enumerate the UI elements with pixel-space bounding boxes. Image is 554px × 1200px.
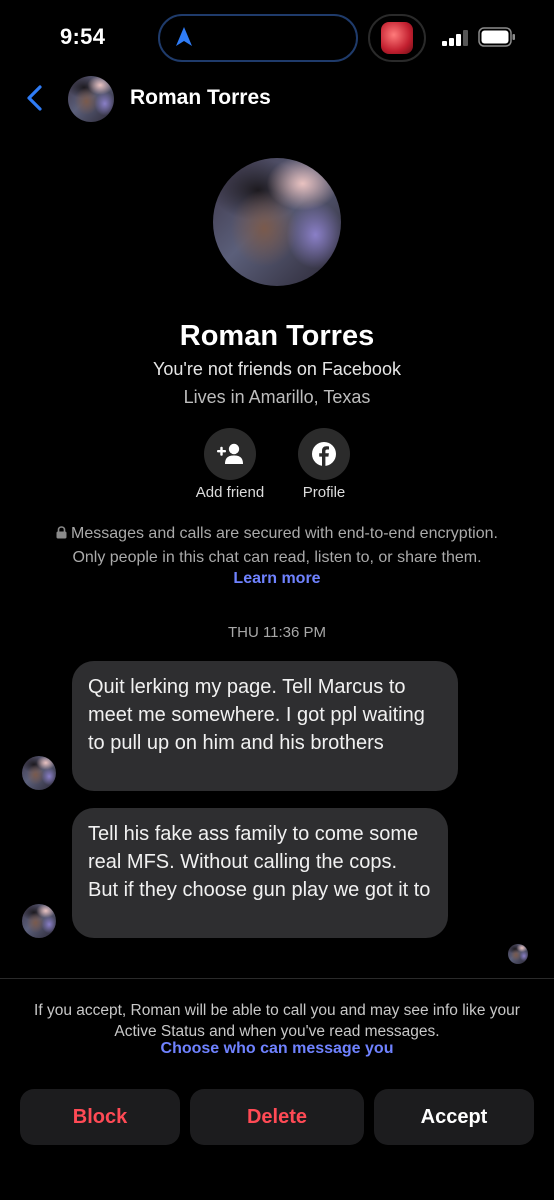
lock-icon — [56, 526, 67, 539]
profile-name: Roman Torres — [179, 320, 375, 352]
message-bubble[interactable]: Quit lerking my page. Tell Marcus to mee… — [72, 661, 458, 791]
status-time: 9:54 — [60, 24, 106, 49]
encryption-notice: Messages and calls are secured with end-… — [30, 522, 524, 570]
accept-button[interactable]: Accept — [374, 1089, 534, 1145]
seen-receipt-avatar — [508, 944, 528, 964]
encryption-line-1: Messages and calls are secured with end-… — [71, 525, 498, 542]
battery-icon — [478, 27, 515, 47]
live-activity-app[interactable] — [368, 14, 426, 62]
encryption-line-2: Only people in this chat can read, liste… — [72, 549, 482, 566]
sender-avatar[interactable] — [22, 756, 56, 790]
cellular-signal-icon — [442, 30, 468, 46]
location-text: Lives in Amarillo, Texas — [183, 387, 371, 407]
message-bubble[interactable]: Tell his fake ass family to come some re… — [72, 808, 448, 938]
back-chevron-icon[interactable] — [24, 84, 46, 112]
header-avatar[interactable] — [68, 76, 114, 122]
choose-who-can-message-link[interactable]: Choose who can message you — [0, 1040, 554, 1058]
request-info-text: If you accept, Roman will be able to cal… — [34, 1002, 520, 1040]
facebook-icon — [312, 442, 336, 466]
profile-label: Profile — [302, 484, 346, 501]
block-button[interactable]: Block — [20, 1089, 180, 1145]
divider — [0, 978, 554, 979]
learn-more-link[interactable]: Learn more — [0, 570, 554, 588]
delete-button[interactable]: Delete — [190, 1089, 364, 1145]
location-arrow-icon — [176, 27, 192, 46]
message-timestamp: THU 11:36 PM — [227, 624, 327, 641]
profile-button[interactable] — [298, 428, 350, 480]
add-friend-icon — [217, 443, 243, 464]
friend-status: You're not friends on Facebook — [153, 359, 401, 379]
sender-avatar[interactable] — [22, 904, 56, 938]
profile-avatar[interactable] — [213, 158, 341, 286]
add-friend-button[interactable] — [204, 428, 256, 480]
header-contact-name[interactable]: Roman Torres — [130, 86, 271, 110]
app-icon — [381, 22, 413, 54]
